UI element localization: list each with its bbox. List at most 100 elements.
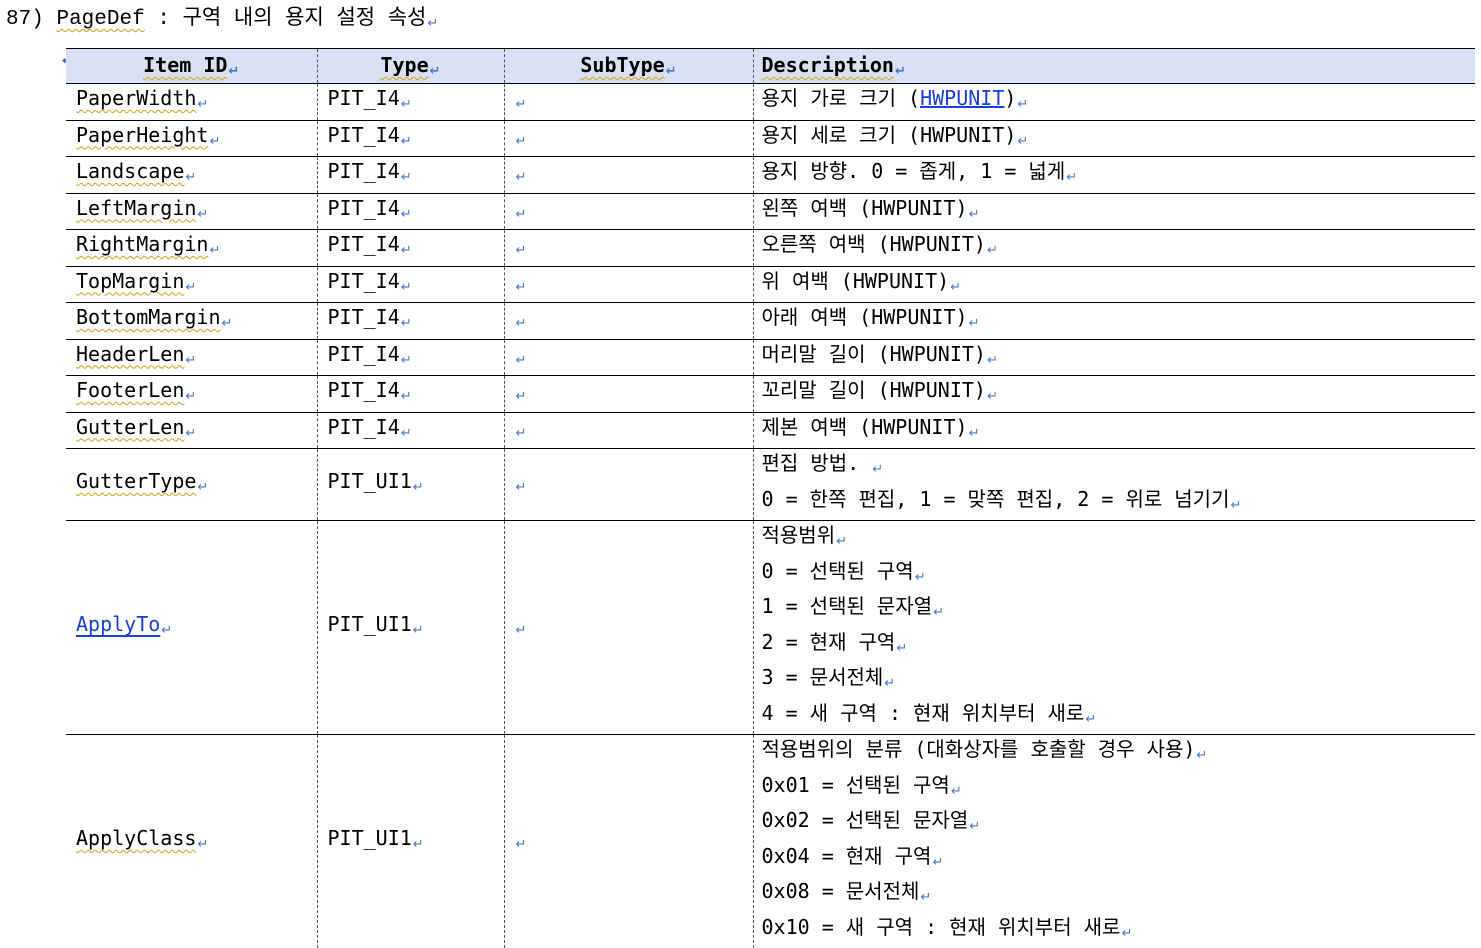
- cell-description: 꼬리말 길이 (HWPUNIT)↵: [753, 376, 1475, 413]
- description-line: 1 = 선택된 문자열↵: [762, 592, 1476, 628]
- description-line: 꼬리말 길이 (HWPUNIT)↵: [762, 376, 1476, 412]
- paragraph-mark: ↵: [185, 170, 196, 185]
- item-id: LeftMargin: [76, 196, 196, 220]
- paragraph-mark: ↵: [884, 676, 895, 691]
- item-id: GutterType: [76, 469, 196, 493]
- description-line: 적용범위의 분류 (대화상자를 호출할 경우 사용)↵: [762, 735, 1476, 771]
- heading-colon: :: [157, 8, 170, 31]
- description-text: 머리말 길이 (HWPUNIT): [762, 342, 986, 366]
- table-row: PaperHeight↵PIT_I4↵↵용지 세로 크기 (HWPUNIT)↵: [66, 120, 1475, 157]
- description-text: 오른쪽 여백 (HWPUNIT): [762, 232, 986, 256]
- description-text: 4 = 새 구역 : 현재 위치부터 새로: [762, 701, 1085, 725]
- description-text: 꼬리말 길이 (HWPUNIT): [762, 378, 986, 402]
- paragraph-mark: ↵: [197, 97, 208, 112]
- paragraph-mark: ↵: [933, 605, 944, 620]
- item-id: ApplyClass: [76, 826, 196, 850]
- cell-subtype: ↵: [504, 521, 753, 735]
- paragraph-mark: ↵: [222, 316, 233, 331]
- cell-subtype: ↵: [504, 735, 753, 948]
- cell-subtype: ↵: [504, 120, 753, 157]
- paragraph-mark: ↵: [987, 243, 998, 258]
- paragraph-mark: ↵: [209, 134, 220, 149]
- description-line: 3 = 문서전체↵: [762, 663, 1476, 699]
- description-text: 0x01 = 선택된 구역: [762, 773, 950, 797]
- cell-subtype: ↵: [504, 84, 753, 121]
- paragraph-mark: ↵: [401, 353, 412, 368]
- paragraph-mark: ↵: [1121, 926, 1132, 941]
- paragraph-mark: ↵: [1196, 748, 1207, 763]
- description-line: 0x02 = 선택된 문자열↵: [762, 806, 1476, 842]
- cell-description: 용지 가로 크기 (HWPUNIT)↵: [753, 84, 1475, 121]
- description-line: 머리말 길이 (HWPUNIT)↵: [762, 340, 1476, 376]
- cell-description: 아래 여백 (HWPUNIT)↵: [753, 303, 1475, 340]
- paragraph-mark: ↵: [969, 819, 980, 834]
- paragraph-mark: ↵: [516, 170, 527, 185]
- paragraph-mark: ↵: [401, 207, 412, 222]
- table-row: ApplyTo↵PIT_UI1↵↵적용범위↵0 = 선택된 구역↵1 = 선택된…: [66, 521, 1475, 735]
- hwpunit-link[interactable]: HWPUNIT: [920, 86, 1004, 110]
- heading-number: 87): [6, 8, 44, 31]
- cell-item-id: PaperWidth↵: [66, 84, 317, 121]
- cell-type: PIT_I4↵: [317, 412, 504, 449]
- paragraph-mark: ↵: [920, 890, 931, 905]
- description-line: 아래 여백 (HWPUNIT)↵: [762, 303, 1476, 339]
- table-row: RightMargin↵PIT_I4↵↵오른쪽 여백 (HWPUNIT)↵: [66, 230, 1475, 267]
- description-line: 오른쪽 여백 (HWPUNIT)↵: [762, 230, 1476, 266]
- cell-description: 적용범위↵0 = 선택된 구역↵1 = 선택된 문자열↵2 = 현재 구역↵3 …: [753, 521, 1475, 735]
- cell-item-id: BottomMargin↵: [66, 303, 317, 340]
- description-line: 2 = 현재 구역↵: [762, 628, 1476, 664]
- paragraph-mark: ↵: [413, 837, 424, 852]
- cell-type: PIT_I4↵: [317, 376, 504, 413]
- item-id: RightMargin: [76, 232, 208, 256]
- cell-subtype: ↵: [504, 412, 753, 449]
- header-item-id: Item ID↵: [66, 49, 317, 84]
- cell-description: 머리말 길이 (HWPUNIT)↵: [753, 339, 1475, 376]
- description-text: 제본 여백 (HWPUNIT): [762, 415, 968, 439]
- cell-item-id: Landscape↵: [66, 157, 317, 194]
- cell-item-id: TopMargin↵: [66, 266, 317, 303]
- description-text: 0x02 = 선택된 문자열: [762, 808, 969, 832]
- cell-item-id: ApplyClass↵: [66, 735, 317, 948]
- heading-korean: 구역 내의 용지 설정 속성: [183, 5, 427, 29]
- paragraph-mark: ↵: [401, 97, 412, 112]
- paragraph-mark: ↵: [516, 243, 527, 258]
- property-table: Item ID↵ Type↵ SubType↵ Description↵ Pap…: [66, 48, 1475, 948]
- description-text: 0x08 = 문서전체: [762, 879, 920, 903]
- description-text: 위 여백 (HWPUNIT): [762, 269, 950, 293]
- paragraph-mark: ↵: [516, 480, 527, 495]
- paragraph-mark: ↵: [836, 534, 847, 549]
- table-row: TopMargin↵PIT_I4↵↵위 여백 (HWPUNIT)↵: [66, 266, 1475, 303]
- paragraph-mark: ↵: [516, 623, 527, 638]
- paragraph-mark: ↵: [401, 280, 412, 295]
- type-value: PIT_I4: [328, 415, 400, 439]
- type-value: PIT_I4: [328, 269, 400, 293]
- description-text: 3 = 문서전체: [762, 665, 884, 689]
- item-id: BottomMargin: [76, 305, 221, 329]
- description-line: 0x10 = 새 구역 : 현재 위치부터 새로↵: [762, 913, 1476, 948]
- table-row: PaperWidth↵PIT_I4↵↵용지 가로 크기 (HWPUNIT)↵: [66, 84, 1475, 121]
- description-text: 편집 방법.: [762, 451, 872, 475]
- type-value: PIT_I4: [328, 232, 400, 256]
- paragraph-mark: ↵: [516, 353, 527, 368]
- table-row: GutterLen↵PIT_I4↵↵제본 여백 (HWPUNIT)↵: [66, 412, 1475, 449]
- table-row: BottomMargin↵PIT_I4↵↵아래 여백 (HWPUNIT)↵: [66, 303, 1475, 340]
- type-value: PIT_UI1: [328, 612, 412, 636]
- item-id-link[interactable]: ApplyTo: [76, 612, 160, 636]
- cell-subtype: ↵: [504, 157, 753, 194]
- paragraph-mark: ↵: [185, 280, 196, 295]
- description-line: 왼쪽 여백 (HWPUNIT)↵: [762, 194, 1476, 230]
- description-line: 제본 여백 (HWPUNIT)↵: [762, 413, 1476, 449]
- description-text: 0 = 한쪽 편집, 1 = 맞쪽 편집, 2 = 위로 넘기기: [762, 487, 1230, 511]
- paragraph-mark: ↵: [969, 207, 980, 222]
- cell-item-id: GutterType↵: [66, 449, 317, 521]
- paragraph-mark: ↵: [209, 243, 220, 258]
- description-line: 용지 방향. 0 = 좁게, 1 = 넓게↵: [762, 157, 1476, 193]
- paragraph-mark: ↵: [197, 480, 208, 495]
- description-text: 1 = 선택된 문자열: [762, 594, 933, 618]
- cell-description: 위 여백 (HWPUNIT)↵: [753, 266, 1475, 303]
- cell-item-id: LeftMargin↵: [66, 193, 317, 230]
- type-value: PIT_I4: [328, 86, 400, 110]
- item-id: GutterLen: [76, 415, 184, 439]
- header-description: Description↵: [753, 49, 1475, 84]
- type-value: PIT_I4: [328, 342, 400, 366]
